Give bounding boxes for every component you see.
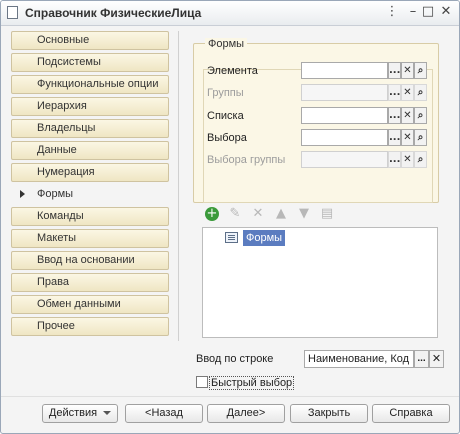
minimize-icon[interactable]: –	[405, 4, 421, 20]
input-by-string-select-button[interactable]: ...	[414, 350, 429, 368]
sidebar-item-obmen-dannymi[interactable]: Обмен данными	[11, 295, 169, 314]
form-choice-label: Выбора	[207, 132, 247, 144]
form-group-choice-select-button: ...	[388, 151, 401, 168]
form-element-field[interactable]	[301, 62, 388, 79]
form-list-select-button[interactable]: ...	[388, 107, 401, 124]
sidebar-item-label: Макеты	[37, 232, 77, 244]
search-icon: ⌕	[417, 87, 424, 98]
sidebar-item-osnovnye[interactable]: Основные	[11, 31, 169, 50]
form-group-choice-open-button: ⌕	[414, 151, 427, 168]
move-up-icon[interactable]: ▲	[272, 205, 290, 223]
form-choice-clear-button[interactable]: ✕	[401, 129, 414, 146]
input-by-string-field[interactable]: Наименование, Код	[304, 350, 414, 368]
sidebar-item-ierarhiya[interactable]: Иерархия	[11, 97, 169, 116]
sidebar-item-label: Функциональные опции	[37, 78, 159, 90]
form-list-label: Списка	[207, 110, 244, 122]
active-arrow-icon	[20, 190, 25, 198]
form-list-field[interactable]	[301, 107, 388, 124]
back-button[interactable]: <Назад	[125, 404, 203, 423]
sidebar-item-dannye[interactable]: Данные	[11, 141, 169, 160]
form-choice-select-button[interactable]: ...	[388, 129, 401, 146]
form-element-select-button[interactable]: ...	[388, 62, 401, 79]
help-button[interactable]: Справка	[372, 404, 450, 423]
search-icon: ⌕	[417, 154, 424, 165]
form-element-clear-button[interactable]: ✕	[401, 62, 414, 79]
sidebar-item-formy[interactable]: Формы	[11, 185, 169, 204]
divider	[178, 31, 179, 341]
title-bar: Справочник ФизическиеЛица ⋮ – □ ✕	[1, 1, 459, 26]
sidebar-item-funkcionalnye-opcii[interactable]: Функциональные опции	[11, 75, 169, 94]
sidebar-item-prava[interactable]: Права	[11, 273, 169, 292]
forms-tree[interactable]: Формы	[202, 227, 438, 338]
sidebar-item-label: Ввод на основании	[37, 254, 135, 266]
add-icon[interactable]: +	[203, 205, 221, 223]
sidebar-item-vladelcy[interactable]: Владельцы	[11, 119, 169, 138]
sidebar-item-podsistemy[interactable]: Подсистемы	[11, 53, 169, 72]
sidebar-item-label: Обмен данными	[37, 298, 121, 310]
form-group-field	[301, 84, 388, 101]
sidebar-item-komandy[interactable]: Команды	[11, 207, 169, 226]
document-icon	[7, 6, 18, 19]
form-choice-open-button[interactable]: ⌕	[414, 129, 427, 146]
tree-item-label: Формы	[243, 230, 286, 246]
edit-icon[interactable]: ✎	[226, 205, 244, 223]
sidebar-item-vvod-na-osnovanii[interactable]: Ввод на основании	[11, 251, 169, 270]
form-icon	[225, 232, 238, 243]
sidebar-item-label: Прочее	[37, 320, 75, 332]
forms-group-title: Формы	[205, 38, 248, 50]
move-down-icon[interactable]: ▼	[295, 205, 313, 223]
actions-button-label: Действия	[48, 407, 98, 419]
chevron-down-icon	[103, 411, 112, 416]
actions-button[interactable]: Действия	[42, 404, 118, 423]
properties-icon[interactable]: ▤	[318, 205, 336, 223]
form-list-clear-button[interactable]: ✕	[401, 107, 414, 124]
quick-choice-label[interactable]: Быстрый выбор	[209, 376, 295, 390]
bottom-divider	[1, 396, 459, 397]
form-choice-field[interactable]	[301, 129, 388, 146]
menu-icon[interactable]: ⋮	[384, 4, 400, 20]
forms-panel: Формы Элемента ... ✕ ⌕ Группы ... ✕ ⌕ Сп…	[193, 31, 443, 341]
forms-toolbar: + ✎ ✕ ▲ ▼ ▤	[193, 203, 439, 225]
form-element-label: Элемента	[207, 65, 258, 77]
input-by-string-clear-button[interactable]: ✕	[429, 350, 444, 368]
sidebar: Основные Подсистемы Функциональные опции…	[11, 31, 169, 341]
sidebar-item-label: Формы	[37, 188, 74, 200]
sidebar-item-label: Данные	[37, 144, 77, 156]
form-group-select-button: ...	[388, 84, 401, 101]
form-group-choice-label: Выбора группы	[207, 154, 286, 166]
window-title: Справочник ФизическиеЛица	[25, 6, 202, 20]
next-button[interactable]: Далее>	[207, 404, 285, 423]
sidebar-item-numeraciya[interactable]: Нумерация	[11, 163, 169, 182]
delete-icon[interactable]: ✕	[249, 205, 267, 223]
sidebar-item-label: Иерархия	[37, 100, 87, 112]
maximize-icon[interactable]: □	[420, 4, 436, 20]
form-group-clear-button: ✕	[401, 84, 414, 101]
sidebar-item-label: Права	[37, 276, 69, 288]
sidebar-item-makety[interactable]: Макеты	[11, 229, 169, 248]
sidebar-item-prochee[interactable]: Прочее	[11, 317, 169, 336]
close-icon[interactable]: ✕	[438, 4, 454, 20]
form-group-open-button: ⌕	[414, 84, 427, 101]
sidebar-item-label: Нумерация	[37, 166, 95, 178]
search-icon: ⌕	[417, 110, 424, 121]
quick-choice-checkbox[interactable]	[196, 376, 208, 388]
form-group-choice-field	[301, 151, 388, 168]
sidebar-item-label: Основные	[37, 34, 90, 46]
sidebar-item-label: Подсистемы	[37, 56, 101, 68]
form-list-open-button[interactable]: ⌕	[414, 107, 427, 124]
form-group-label: Группы	[207, 87, 244, 99]
search-icon: ⌕	[417, 132, 424, 143]
sidebar-item-label: Владельцы	[37, 122, 96, 134]
form-element-open-button[interactable]: ⌕	[414, 62, 427, 79]
search-icon: ⌕	[417, 65, 424, 76]
close-button[interactable]: Закрыть	[290, 404, 368, 423]
form-group-choice-clear-button: ✕	[401, 151, 414, 168]
input-by-string-label: Ввод по строке	[196, 353, 274, 365]
dialog-window: Справочник ФизическиеЛица ⋮ – □ ✕ Основн…	[0, 0, 460, 434]
sidebar-item-label: Команды	[37, 210, 84, 222]
